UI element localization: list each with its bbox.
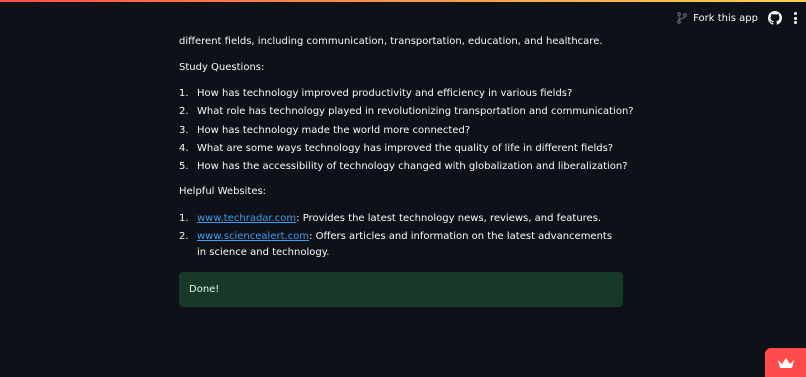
more-vert-icon[interactable] — [792, 11, 798, 25]
fork-label: Fork this app — [693, 12, 758, 24]
question-text: How has technology improved productivity… — [197, 88, 573, 99]
study-questions-heading: Study Questions: — [179, 62, 265, 73]
streamlit-badge-button[interactable] — [765, 348, 806, 377]
website-description: : Provides the latest technology news, r… — [296, 213, 602, 224]
list-number: 2. — [179, 231, 189, 242]
list-item: 1. www.techradar.com: Provides the lates… — [179, 211, 624, 227]
list-item: 1. How has technology improved productivi… — [179, 86, 639, 104]
question-text: How has the accessibility of technology … — [197, 161, 628, 173]
list-number: 1. — [179, 213, 189, 224]
question-text: What are some ways technology has improv… — [197, 142, 614, 154]
helpful-websites-list: 1. www.techradar.com: Provides the lates… — [179, 211, 624, 263]
top-decoration-bar — [0, 0, 806, 2]
website-entry: www.sciencealert.com: Offers articles an… — [197, 229, 624, 261]
fork-app-button[interactable]: Fork this app — [677, 12, 758, 24]
list-item: 4. What are some ways technology has impr… — [179, 141, 639, 159]
app-header: Fork this app — [677, 8, 798, 28]
intro-paragraph: different fields, including communicatio… — [179, 36, 603, 47]
list-number: 1. — [179, 88, 189, 99]
list-item: 2. www.sciencealert.com: Offers articles… — [179, 229, 624, 261]
sciencealert-link[interactable]: www.sciencealert.com — [197, 231, 309, 242]
question-text: What role has technology played in revol… — [197, 106, 634, 118]
fork-icon — [677, 12, 687, 24]
github-icon[interactable] — [768, 11, 782, 25]
list-item: 3. How has technology made the world more… — [179, 123, 639, 141]
question-text: How has technology made the world more c… — [197, 124, 471, 136]
helpful-websites-heading: Helpful Websites: — [179, 186, 267, 197]
alert-text: Done! — [189, 284, 220, 295]
crown-icon — [777, 357, 794, 368]
success-alert: Done! — [179, 272, 623, 307]
list-number: 4. — [179, 142, 189, 154]
list-number: 5. — [179, 161, 189, 173]
techradar-link[interactable]: www.techradar.com — [197, 213, 296, 224]
list-number: 2. — [179, 106, 189, 118]
study-questions-list: 1. How has technology improved productivi… — [179, 86, 639, 177]
website-entry: www.techradar.com: Provides the latest t… — [197, 211, 624, 227]
list-item: 2. What role has technology played in rev… — [179, 104, 639, 122]
list-number: 3. — [179, 124, 189, 136]
list-item: 5. How has the accessibility of technolog… — [179, 159, 639, 177]
